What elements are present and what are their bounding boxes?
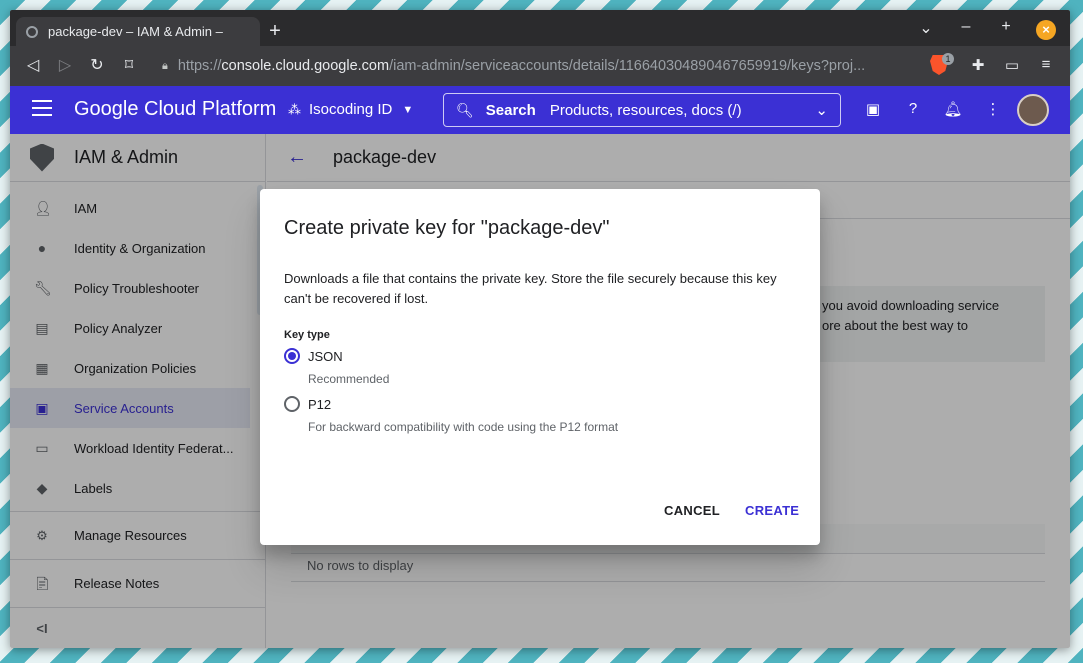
search-icon: 🔍︎ [456,101,474,118]
radio-label: JSON [308,348,343,364]
extensions-icon[interactable]: ✚ [968,56,988,74]
wallet-icon[interactable]: ▭ [1002,56,1022,74]
favicon-icon [26,25,38,38]
dropdown-caret-icon: ▼ [402,103,414,116]
project-selector[interactable]: ⁂ Isocoding ID ▼ [288,101,413,118]
project-name: Isocoding ID [309,101,393,118]
gcp-logo-title[interactable]: Google Cloud Platform [74,98,276,121]
radio-option-json[interactable]: JSON [284,348,343,364]
address-bar[interactable]: 🔒︎ https://console.cloud.google.com/iam-… [152,52,912,80]
search-placeholder: Products, resources, docs (/) [549,101,742,119]
search-bar[interactable]: 🔍︎ Search Products, resources, docs (/) … [443,93,841,127]
forward-nav-icon[interactable]: ▷ [54,55,76,75]
radio-label: P12 [308,396,332,412]
back-nav-icon[interactable]: ◁ [22,55,44,75]
notifications-icon[interactable]: 🔔︎ [943,100,963,118]
tab-search-icon[interactable]: ⌄ [916,18,936,38]
lock-icon: 🔒︎ [162,59,168,72]
cancel-button[interactable]: CANCEL [664,503,720,518]
radio-button-checked[interactable] [284,348,300,364]
url-path: /iam-admin/serviceaccounts/details/11664… [389,58,866,74]
bookmark-icon[interactable]: ⌑ [118,55,140,75]
key-type-label: Key type [284,329,330,341]
reload-icon[interactable]: ↻ [86,55,108,75]
browser-menu-icon[interactable]: ≡ [1036,56,1056,73]
new-tab-icon[interactable]: + [265,20,285,43]
cloud-shell-icon[interactable]: ▣ [863,100,883,118]
radio-option-p12[interactable]: P12 [284,396,331,412]
create-button[interactable]: CREATE [745,503,799,518]
help-icon[interactable]: ? [903,100,923,117]
maximize-icon[interactable]: + [996,18,1016,36]
close-window-icon[interactable]: × [1036,20,1056,40]
dialog-description: Downloads a file that contains the priva… [284,271,777,306]
chevron-down-icon[interactable]: ⌄ [815,101,828,119]
minimize-icon[interactable]: – [956,18,976,36]
url-prefix: https:// [177,58,222,74]
more-options-icon[interactable]: ⋮ [983,100,1003,118]
url-host: console.cloud.google.com [221,58,390,74]
tab-strip: package-dev – IAM & Admin – + ⌄ – + × [10,10,1070,46]
shield-count-badge: 1 [942,53,954,65]
browser-toolbar: ◁ ▷ ↻ ⌑ 🔒︎ https://console.cloud.google.… [10,46,1070,86]
radio-sublabel: For backward compatibility with code usi… [308,420,619,434]
radio-sublabel: Recommended [308,372,390,386]
create-key-dialog: Create private key for "package-dev" Dow… [260,189,820,545]
browser-window: package-dev – IAM & Admin – + ⌄ – + × ◁ … [10,10,1070,648]
tab-title: package-dev – IAM & Admin – [48,24,223,39]
gcp-header: Google Cloud Platform ⁂ Isocoding ID ▼ 🔍… [10,86,1070,134]
avatar[interactable] [1017,94,1049,126]
radio-button[interactable] [284,396,300,412]
dialog-title: Create private key for "package-dev" [284,217,610,239]
search-label: Search [485,101,536,119]
project-icon: ⁂ [288,101,301,117]
hamburger-menu-icon[interactable] [32,100,52,121]
browser-tab[interactable]: package-dev – IAM & Admin – [16,17,260,46]
